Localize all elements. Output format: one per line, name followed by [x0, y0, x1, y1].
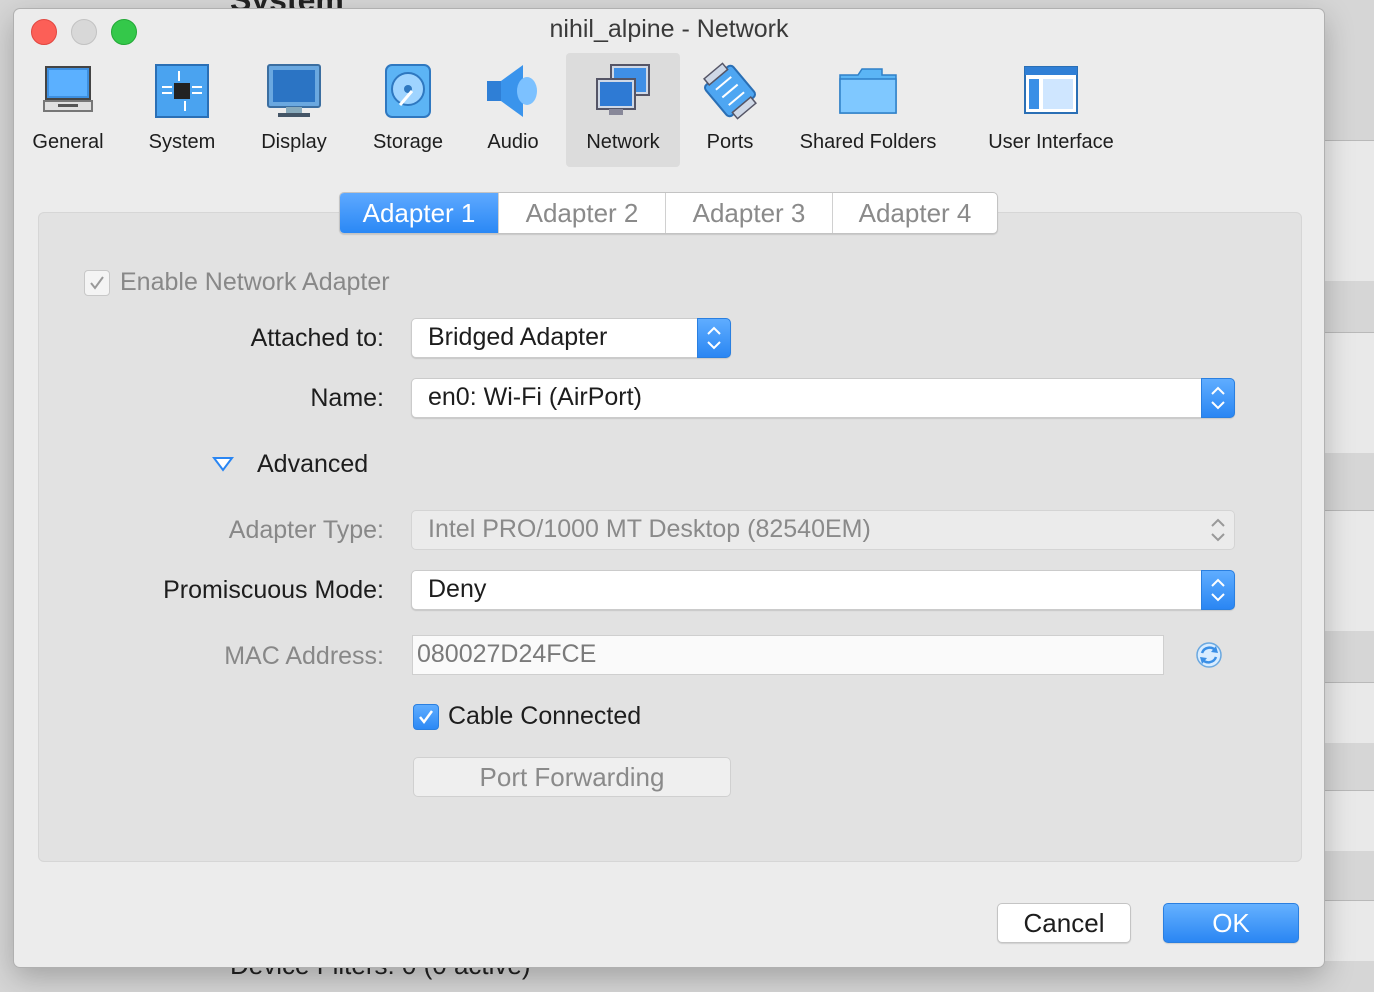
attached-to-select[interactable]: Bridged Adapter [411, 318, 731, 358]
chevron-updown-icon [1211, 518, 1225, 542]
attached-to-label: Attached to: [250, 324, 384, 352]
speaker-icon [487, 65, 537, 117]
name-select[interactable]: en0: Wi-Fi (AirPort) [411, 378, 1235, 418]
name-stepper[interactable] [1201, 378, 1235, 418]
enable-adapter-checkbox[interactable] [84, 270, 110, 296]
toolbar-label-general: General [32, 131, 104, 153]
toolbar-item-display[interactable]: Display [244, 53, 344, 167]
toolbar-item-network[interactable]: Network [566, 53, 680, 167]
adapter-tabs: Adapter 1 Adapter 2 Adapter 3 Adapter 4 [339, 192, 998, 234]
tab-adapter-1[interactable]: Adapter 1 [340, 193, 498, 233]
toolbar-item-system[interactable]: System [132, 53, 232, 167]
mac-address-value: 080027D24FCE [417, 640, 597, 668]
promiscuous-mode-value: Deny [428, 575, 487, 603]
tab-adapter-2[interactable]: Adapter 2 [498, 193, 665, 233]
title-bar: nihil_alpine - Network [14, 9, 1324, 53]
disk-icon [385, 64, 431, 118]
chip-icon [155, 64, 209, 118]
toolbar-label-ports: Ports [706, 131, 754, 153]
cable-connected-label: Cable Connected [448, 702, 642, 730]
background-list-row [1322, 900, 1374, 961]
toolbar-label-network: Network [586, 131, 660, 153]
background-list-row [1322, 332, 1374, 453]
background-list-row [1322, 682, 1374, 743]
checkmark-icon [90, 276, 104, 290]
promiscuous-mode-stepper[interactable] [1201, 570, 1235, 610]
name-label: Name: [310, 384, 384, 412]
toolbar-label-user-interface: User Interface [988, 131, 1114, 153]
enable-adapter-label: Enable Network Adapter [120, 268, 390, 296]
adapter-type-value: Intel PRO/1000 MT Desktop (82540EM) [428, 515, 871, 543]
cable-connected-checkbox[interactable] [413, 704, 439, 730]
folder-icon [839, 68, 897, 114]
toolbar-label-system: System [148, 131, 216, 153]
adapter-type-select[interactable]: Intel PRO/1000 MT Desktop (82540EM) [411, 510, 1235, 550]
background-list-row [1322, 140, 1374, 281]
mac-address-label: MAC Address: [224, 642, 384, 670]
toolbar-item-general[interactable]: General [20, 53, 116, 167]
toolbar-label-audio: Audio [487, 131, 539, 153]
window-title: nihil_alpine - Network [549, 15, 789, 43]
port-forwarding-button[interactable]: Port Forwarding [413, 757, 731, 797]
chevron-updown-icon [1211, 386, 1225, 410]
monitor-icon [267, 64, 321, 117]
background-list-row [1322, 790, 1374, 851]
ports-icon [703, 62, 757, 120]
toolbar-item-user-interface[interactable]: User Interface [974, 53, 1128, 167]
chevron-updown-icon [1211, 578, 1225, 602]
name-value: en0: Wi-Fi (AirPort) [428, 383, 642, 411]
attached-to-stepper[interactable] [697, 318, 731, 358]
refresh-icon[interactable] [1194, 640, 1224, 670]
adapter-type-label: Adapter Type: [228, 516, 384, 544]
promiscuous-mode-select[interactable]: Deny [411, 570, 1235, 610]
advanced-label[interactable]: Advanced [257, 450, 368, 479]
toolbar-item-audio[interactable]: Audio [470, 53, 556, 167]
tab-adapter-3[interactable]: Adapter 3 [665, 193, 832, 233]
network-icon [596, 64, 650, 115]
general-icon [43, 66, 93, 112]
network-settings-dialog: nihil_alpine - Network General System Di… [14, 9, 1324, 967]
chevron-updown-icon [707, 326, 721, 350]
window-icon [1024, 66, 1078, 114]
toolbar-item-storage[interactable]: Storage [358, 53, 458, 167]
promiscuous-mode-label: Promiscuous Mode: [163, 576, 384, 604]
attached-to-value: Bridged Adapter [428, 323, 608, 351]
toolbar-label-shared-folders: Shared Folders [799, 131, 937, 153]
cancel-button[interactable]: Cancel [997, 903, 1131, 943]
ok-button[interactable]: OK [1163, 903, 1299, 943]
toolbar-label-storage: Storage [372, 131, 444, 153]
toolbar-label-display: Display [261, 131, 327, 153]
checkmark-icon [419, 710, 434, 725]
settings-toolbar: General System Display Storage Audio Net… [14, 53, 1324, 167]
tab-adapter-4[interactable]: Adapter 4 [832, 193, 997, 233]
background-list-row [1322, 510, 1374, 631]
disclosure-triangle-icon[interactable] [212, 455, 234, 473]
mac-address-field[interactable]: 080027D24FCE [412, 635, 1164, 675]
toolbar-item-shared-folders[interactable]: Shared Folders [784, 53, 952, 167]
toolbar-item-ports[interactable]: Ports [690, 53, 770, 167]
